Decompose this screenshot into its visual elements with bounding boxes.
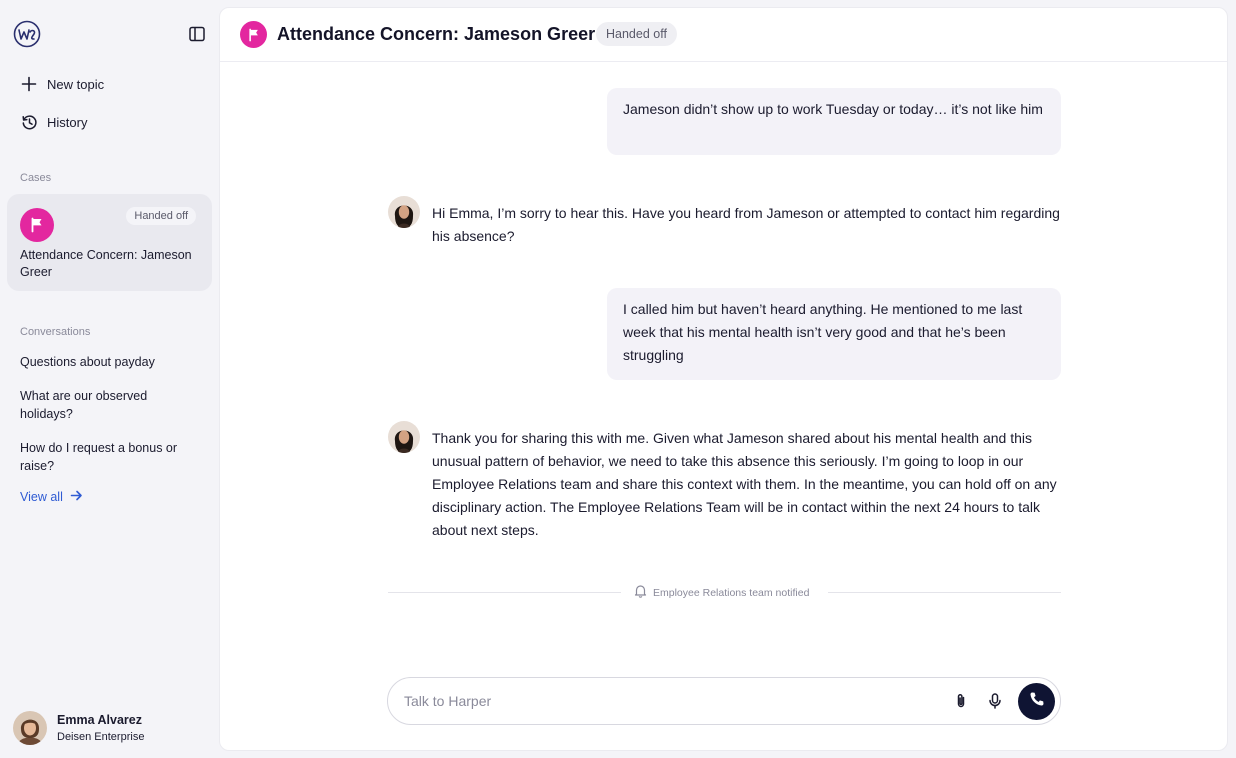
new-topic-label: New topic bbox=[47, 76, 105, 92]
notification-content: Employee Relations team notified bbox=[634, 584, 809, 601]
system-notification: Employee Relations team notified bbox=[388, 584, 1061, 600]
page-title: Attendance Concern: Jameson Greer bbox=[277, 24, 596, 44]
microphone-icon[interactable] bbox=[986, 692, 1004, 710]
chat-header: Attendance Concern: Jameson Greer Handed… bbox=[220, 8, 1227, 62]
case-card[interactable]: Handed off Attendance Concern: Jameson G… bbox=[7, 194, 212, 291]
user-organization: Deisen Enterprise bbox=[57, 731, 145, 743]
history-button[interactable]: History bbox=[20, 111, 87, 133]
flag-icon bbox=[240, 21, 267, 48]
message-composer bbox=[387, 677, 1061, 725]
assistant-avatar bbox=[388, 196, 420, 228]
user-message: I called him but haven’t heard anything.… bbox=[607, 288, 1061, 380]
notification-text: Employee Relations team notified bbox=[653, 586, 810, 599]
divider bbox=[828, 592, 1061, 593]
avatar bbox=[13, 711, 47, 745]
history-label: History bbox=[47, 114, 88, 130]
assistant-message: Thank you for sharing this with me. Give… bbox=[432, 430, 1057, 538]
view-all-label: View all bbox=[20, 490, 63, 504]
user-profile[interactable]: Emma Alvarez Deisen Enterprise bbox=[13, 711, 144, 745]
user-info: Emma Alvarez Deisen Enterprise bbox=[57, 713, 144, 743]
history-icon bbox=[20, 113, 38, 131]
conversation-item[interactable]: How do I request a bonus or raise? bbox=[20, 440, 200, 475]
case-title: Attendance Concern: Jameson Greer bbox=[20, 248, 192, 279]
conversation-item[interactable]: Questions about payday bbox=[20, 354, 200, 372]
new-topic-button[interactable]: New topic bbox=[20, 73, 104, 95]
plus-icon bbox=[20, 75, 38, 93]
user-name: Emma Alvarez bbox=[57, 713, 142, 727]
view-all-link[interactable]: View all bbox=[20, 489, 83, 505]
cases-section-label: Cases bbox=[20, 172, 52, 184]
sidebar: New topic History Cases Handed off Atten… bbox=[0, 0, 219, 758]
assistant-message: Hi Emma, I’m sorry to hear this. Have yo… bbox=[432, 205, 1060, 244]
case-status-badge: Handed off bbox=[126, 207, 196, 225]
app: New topic History Cases Handed off Atten… bbox=[0, 0, 1236, 758]
status-badge: Handed off bbox=[596, 22, 677, 46]
assistant-avatar bbox=[388, 421, 420, 453]
conversation-item[interactable]: What are our observed holidays? bbox=[20, 388, 200, 423]
chat-panel: Attendance Concern: Jameson Greer Handed… bbox=[219, 7, 1228, 751]
bell-icon bbox=[634, 584, 653, 601]
logo-icon[interactable] bbox=[13, 20, 41, 48]
flag-icon bbox=[20, 208, 54, 242]
conversations-section-label: Conversations bbox=[20, 326, 91, 338]
divider bbox=[388, 592, 621, 593]
phone-call-button[interactable] bbox=[1018, 683, 1055, 720]
message-input[interactable] bbox=[404, 690, 924, 712]
paperclip-icon[interactable] bbox=[952, 692, 970, 710]
user-message: Jameson didn’t show up to work Tuesday o… bbox=[607, 88, 1061, 155]
phone-icon bbox=[1029, 691, 1045, 712]
sidebar-toggle-icon[interactable] bbox=[188, 25, 206, 43]
arrow-right-icon bbox=[63, 489, 83, 505]
